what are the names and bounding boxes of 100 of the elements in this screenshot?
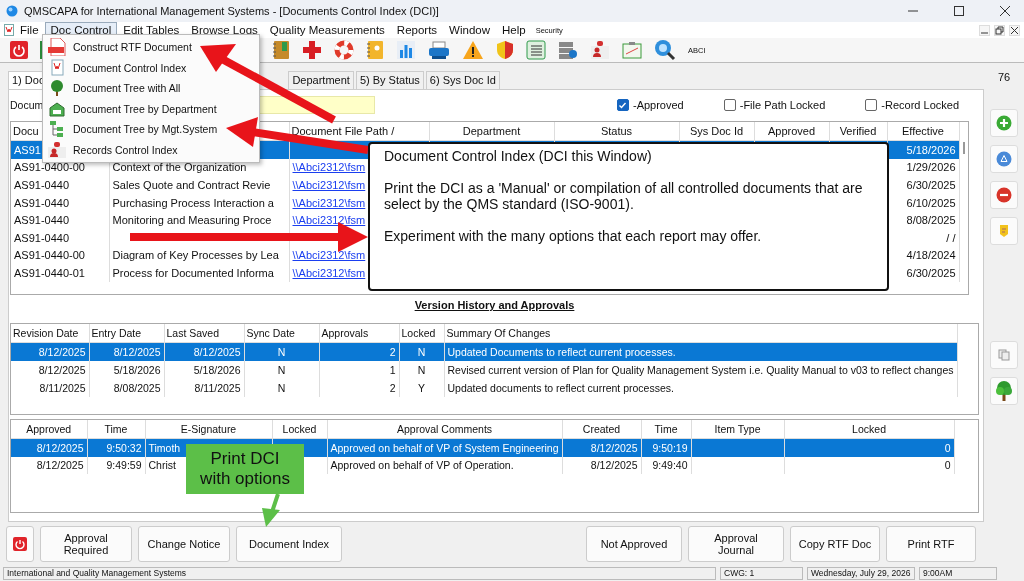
menu-item[interactable]: Quality Measurements (263, 21, 391, 39)
menu-item[interactable]: Construct RTF Document (43, 37, 259, 58)
printer-icon[interactable] (428, 40, 450, 60)
bar-chart-icon[interactable] (396, 40, 416, 60)
menu-item[interactable]: Window (443, 21, 496, 39)
column-header[interactable]: Status (600, 125, 633, 137)
table-cell: AS91-0440 (14, 214, 70, 227)
close-icon[interactable] (1000, 6, 1010, 16)
tab[interactable]: Department (288, 71, 354, 89)
column-header[interactable]: Locked (401, 327, 436, 339)
callout-text: Print the DCI as a 'Manual' or compilation of all controlled documents that are select by the QMS standard (ISO-9001). (384, 180, 864, 212)
column-header[interactable]: Document File Path / (291, 125, 395, 137)
action-button[interactable]: Document Index (236, 526, 342, 562)
action-button[interactable]: Print RTF (886, 526, 976, 562)
table-cell: Revised current version of Plan for Quality Management System i.e. Quality Manual to v03 to reflect changes (447, 364, 954, 376)
warning-icon[interactable] (462, 40, 484, 60)
action-button[interactable]: Not Approved (586, 526, 682, 562)
column-header[interactable]: Last Saved (166, 327, 220, 339)
record-count: 76 (997, 71, 1011, 85)
file-path-link[interactable]: \\Abci2312\fsm (292, 196, 366, 209)
section-title: Version History and Approvals (413, 299, 576, 313)
column-header[interactable]: Approval Comments (396, 423, 493, 435)
exit-button[interactable] (6, 526, 34, 562)
menu-item[interactable]: Reports (390, 21, 444, 39)
table-cell: AS91-0440 (14, 231, 70, 244)
rtf-file-icon (47, 38, 67, 57)
file-path-link[interactable]: \\Abci2312\fsm (292, 266, 366, 279)
file-path-link[interactable]: \\Abci2312\fsm (292, 249, 366, 262)
callout-text: Experiment with the many options that each report may offer. (384, 228, 763, 244)
action-button[interactable]: Copy RTF Doc (790, 526, 880, 562)
table-cell: 8/12/2025 (38, 346, 86, 358)
column-header[interactable]: Effective (902, 125, 944, 137)
table-cell: 2 (389, 346, 396, 358)
table-cell: AS91 (14, 143, 41, 156)
table-cell: Diagram of Key Processes by Lea (112, 249, 279, 262)
column-header[interactable]: Sync Date (246, 327, 295, 339)
checklist-icon[interactable] (526, 40, 546, 60)
column-header[interactable]: Created (582, 423, 621, 435)
shield-icon[interactable] (496, 40, 514, 60)
column-header[interactable]: Time (104, 423, 128, 435)
person-icon[interactable] (590, 40, 610, 60)
table-cell: N (277, 346, 286, 358)
tab[interactable]: 5) By Status (355, 71, 424, 89)
column-header[interactable]: Item Type (714, 423, 761, 435)
menu-item[interactable]: Document Tree by Department (43, 98, 259, 119)
table-cell: 8/12/2025 (590, 441, 638, 454)
table-cell: Updated Documents to reflect current processes. (447, 346, 676, 358)
maximize-icon[interactable] (954, 6, 964, 16)
table-cell: N (417, 364, 426, 376)
menu-item[interactable]: File (14, 21, 45, 39)
column-header[interactable]: Sys Doc Id (689, 125, 744, 137)
checkbox[interactable] (865, 99, 878, 111)
action-button[interactable]: Change Notice (138, 526, 230, 562)
restore-icon[interactable] (994, 24, 1005, 36)
column-header[interactable]: Approvals (321, 327, 369, 339)
server-icon[interactable] (558, 40, 578, 60)
up-button[interactable] (990, 145, 1018, 173)
table-cell: N (277, 364, 286, 376)
file-path-link[interactable]: \\Abci2312\fsm (292, 214, 366, 227)
power-icon[interactable] (10, 41, 28, 59)
action-button[interactable]: Approval Journal (688, 526, 784, 562)
tab[interactable]: 6) Sys Doc Id (425, 71, 500, 89)
callout-text: with options (200, 469, 290, 489)
lifebuoy-icon[interactable] (334, 40, 354, 60)
action-button[interactable]: Approval Required (40, 526, 132, 562)
column-header[interactable]: Locked (282, 423, 317, 435)
column-header[interactable]: Locked (852, 423, 886, 435)
callout-text: Print DCI (210, 449, 280, 469)
table-cell: 8/12/2025 (36, 441, 84, 454)
menu-item[interactable]: Help (496, 21, 532, 39)
plus-icon[interactable] (302, 40, 322, 60)
column-header[interactable]: Summary Of Changes (446, 327, 551, 339)
table-cell: 5/18/2026 (193, 364, 241, 376)
column-header[interactable]: E-Signature (180, 423, 237, 435)
column-header[interactable]: Department (462, 125, 521, 137)
notepad-icon[interactable] (366, 40, 384, 60)
notebook-icon[interactable] (272, 40, 290, 60)
globe-search-icon[interactable] (654, 39, 676, 61)
tree-button[interactable] (990, 377, 1018, 405)
table-cell: 6/30/2025 (906, 179, 956, 191)
column-header[interactable]: Verified (839, 125, 877, 137)
menu-item[interactable]: Records Control Index (43, 139, 259, 160)
table-cell: 1 (389, 364, 396, 376)
column-header[interactable]: Revision Date (13, 327, 79, 339)
file-path-link[interactable]: \\Abci2312\fsm (292, 161, 366, 174)
menu-item[interactable]: Document Tree by Mgt.System (43, 119, 259, 140)
table-cell: AS91-0400-00 (14, 161, 85, 174)
checkbox[interactable] (723, 99, 736, 111)
column-header[interactable]: Time (654, 423, 678, 435)
clipboard-icon[interactable] (622, 40, 642, 60)
file-path-link[interactable]: \\Abci2312\fsm (292, 179, 366, 191)
add-button[interactable] (990, 109, 1018, 137)
remove-button[interactable] (990, 181, 1018, 209)
column-header[interactable]: Entry Date (91, 327, 142, 339)
column-header[interactable]: Docu (13, 125, 39, 137)
column-header[interactable]: Approved (26, 423, 72, 435)
minimize-icon[interactable] (979, 24, 990, 36)
column-header[interactable]: Approved (767, 125, 816, 137)
checkbox[interactable] (616, 99, 629, 111)
note-icon (998, 224, 1010, 238)
